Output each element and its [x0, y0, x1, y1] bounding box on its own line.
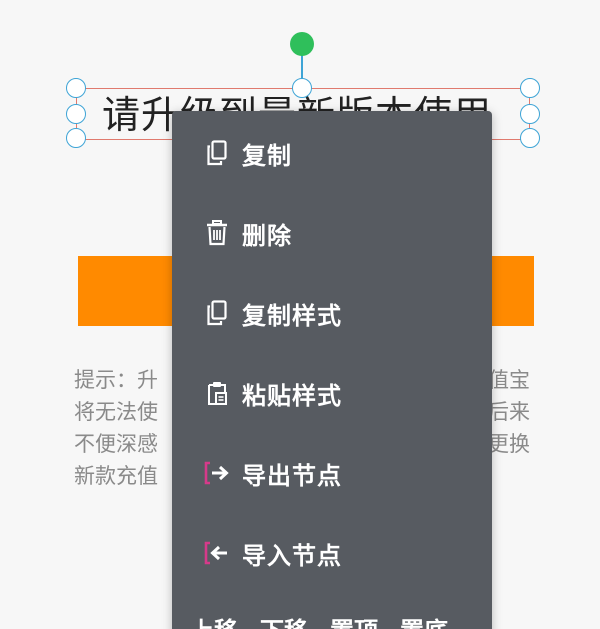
move-up-button[interactable]: 上移 — [190, 611, 238, 629]
send-to-bottom-button[interactable]: 置底 — [400, 611, 448, 629]
menu-item-copy-style[interactable]: 复制样式 — [172, 285, 492, 341]
import-icon — [204, 539, 230, 567]
context-menu: 复制 删除 复制样式 粘贴样式 导出节点 导入节点 — [172, 111, 492, 629]
menu-item-label: 导出节点 — [242, 461, 342, 490]
resize-handle-top-center[interactable] — [292, 78, 312, 98]
menu-item-paste-style[interactable]: 粘贴样式 — [172, 365, 492, 421]
hint-line-left: 将无法使 — [74, 400, 158, 424]
layer-order-actions: 上移 下移 置顶 置底 — [190, 611, 448, 629]
resize-handle-bottom-left[interactable] — [66, 128, 86, 148]
copy-style-icon — [204, 299, 230, 327]
menu-item-label: 复制 — [242, 141, 292, 170]
hint-line-left: 提示：升 — [74, 368, 158, 392]
resize-handle-top-left[interactable] — [66, 78, 86, 98]
menu-item-import-node[interactable]: 导入节点 — [172, 525, 492, 581]
hint-line-right: 值宝 — [488, 368, 530, 392]
resize-handle-middle-right[interactable] — [520, 104, 540, 124]
export-icon — [204, 459, 230, 487]
editor-canvas[interactable]: 提示：升 值宝 将无法使 后来 不便深感 更换 新款充值 请升级到最新版本使用 — [0, 0, 600, 629]
bring-to-top-button[interactable]: 置顶 — [330, 611, 378, 629]
menu-item-delete[interactable]: 删除 — [172, 205, 492, 261]
rotate-handle[interactable] — [290, 32, 314, 56]
resize-handle-top-right[interactable] — [520, 78, 540, 98]
menu-item-copy[interactable]: 复制 — [172, 125, 492, 181]
menu-item-label: 粘贴样式 — [242, 381, 342, 410]
move-down-button[interactable]: 下移 — [260, 611, 308, 629]
hint-line-right: 后来 — [488, 400, 530, 424]
resize-handle-bottom-right[interactable] — [520, 128, 540, 148]
menu-item-label: 复制样式 — [242, 301, 342, 330]
paste-style-icon — [204, 379, 230, 407]
menu-item-label: 导入节点 — [242, 541, 342, 570]
copy-icon — [204, 139, 230, 167]
hint-line-left: 新款充值 — [74, 464, 158, 488]
hint-line-left: 不便深感 — [74, 432, 158, 456]
menu-item-export-node[interactable]: 导出节点 — [172, 445, 492, 501]
trash-icon — [204, 219, 230, 247]
resize-handle-middle-left[interactable] — [66, 104, 86, 124]
menu-item-label: 删除 — [242, 221, 292, 250]
hint-line-right: 更换 — [488, 432, 530, 456]
